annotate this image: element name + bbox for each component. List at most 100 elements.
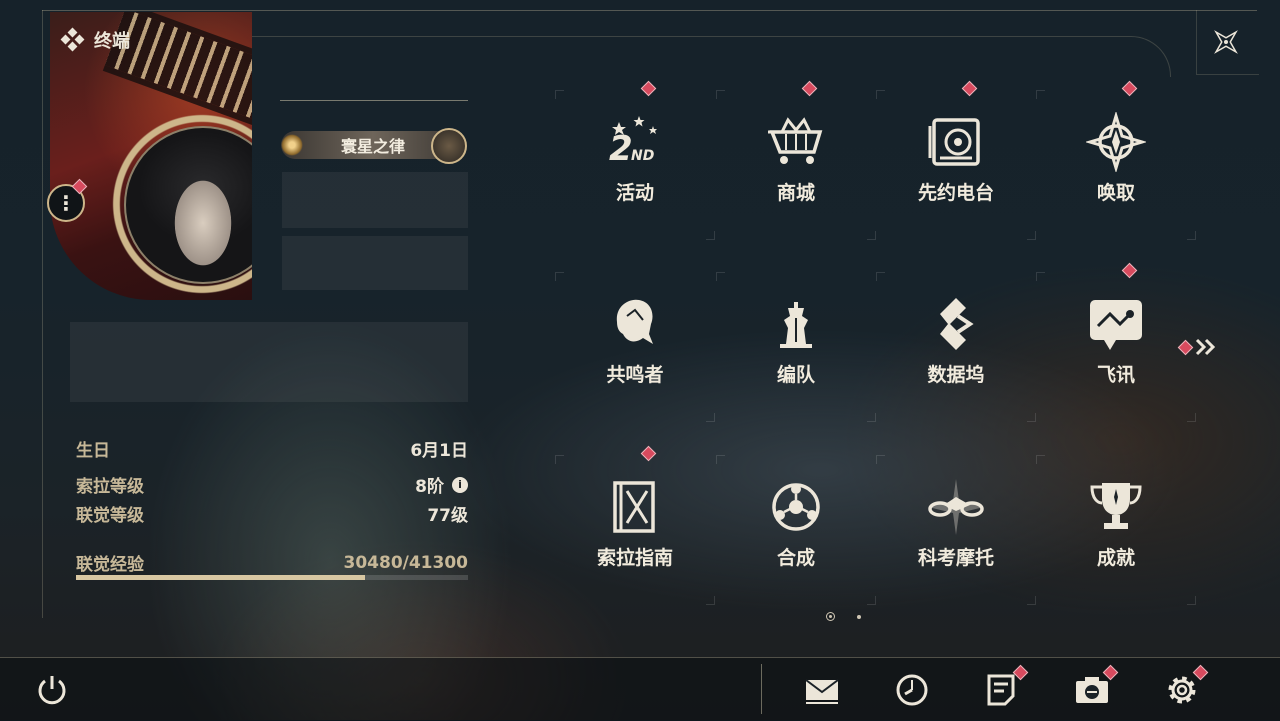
cell-corner: [867, 596, 876, 605]
menu-item-label: 数据坞: [927, 364, 985, 386]
stat-birthday: 生日 6月1日: [76, 441, 468, 461]
trophy-icon: [1090, 483, 1142, 529]
2nd-anniversary-icon: 2ND: [609, 116, 657, 169]
page-title-text: 终端: [94, 31, 130, 52]
menu-item-radio[interactable]: 先约电台: [876, 80, 1036, 240]
cell-corner: [876, 90, 885, 99]
cell-corner: [1027, 596, 1036, 605]
notification-badge: [801, 80, 818, 97]
menu-item-label: 索拉指南: [596, 547, 673, 569]
title-left-orb-icon: [281, 134, 303, 156]
menu-item-resonator[interactable]: 共鸣者: [555, 272, 715, 422]
frame-top-line: [42, 10, 1257, 11]
menu-item-shop-cart[interactable]: 商城: [716, 80, 876, 240]
menu-item-label: 先约电台: [917, 182, 994, 204]
menu-item-2nd-anniversary[interactable]: 2 ND 活动: [555, 80, 715, 240]
menu-item-trophy[interactable]: 成就: [1036, 455, 1196, 605]
clock-icon[interactable]: [894, 672, 930, 708]
menu-item-label: 活动: [615, 182, 654, 204]
resonator-icon: [616, 299, 653, 344]
blurred-name-area: [282, 172, 468, 228]
menu-item-label: 共鸣者: [606, 364, 664, 386]
cell-corner: [716, 272, 725, 281]
cell-corner: [1187, 413, 1196, 422]
blurred-signature-area: [70, 322, 468, 402]
frame-left-line: [42, 10, 43, 618]
exp-progress-fill: [76, 575, 366, 580]
title-right-orb-icon: [431, 128, 467, 164]
motorcycle-icon: [928, 479, 984, 535]
cell-corner: [876, 272, 885, 281]
cell-corner: [555, 272, 564, 281]
bottom-divider: [761, 664, 762, 714]
menu-item-convene-star[interactable]: 唤取: [1036, 80, 1196, 240]
svg-text:2: 2: [609, 129, 633, 169]
guidebook-icon: [613, 481, 655, 533]
menu-item-motorcycle[interactable]: 科考摩托: [876, 455, 1036, 605]
notification-badge: [640, 445, 657, 462]
cell-corner: [706, 413, 715, 422]
menu-item-synthesis[interactable]: 合成: [716, 455, 876, 605]
cell-corner: [706, 231, 715, 240]
cell-corner: [1036, 455, 1045, 464]
notification-badge: [640, 80, 657, 97]
next-page-badge: [1177, 339, 1194, 355]
menu-item-message[interactable]: 飞讯: [1036, 262, 1196, 422]
cell-corner: [876, 455, 885, 464]
data-bank-icon: [940, 298, 974, 350]
camera-button[interactable]: [1074, 664, 1119, 708]
settings-button[interactable]: [1164, 664, 1209, 708]
menu-item-label: 商城: [776, 182, 815, 204]
menu-item-label: 合成: [776, 547, 815, 569]
settings-gear-icon: [1168, 676, 1196, 704]
cell-corner: [1187, 231, 1196, 240]
page-indicator: [826, 612, 861, 621]
synthesis-icon: [772, 483, 820, 531]
svg-text:ND: ND: [631, 148, 654, 164]
terminal-diamond-icon: [60, 27, 85, 52]
power-icon[interactable]: [34, 672, 70, 708]
page-dot-active[interactable]: [826, 612, 835, 621]
menu-item-label: 编队: [776, 364, 815, 386]
menu-item-data-bank[interactable]: 数据坞: [876, 272, 1036, 422]
menu-item-team-chess[interactable]: 编队: [716, 272, 876, 422]
mail-icon[interactable]: [804, 672, 840, 708]
notice-icon: [987, 674, 1015, 706]
notification-badge: [1121, 80, 1138, 97]
cell-corner: [716, 455, 725, 464]
avatar-card[interactable]: [50, 12, 252, 300]
title-plate[interactable]: 寰星之律: [281, 128, 467, 164]
notice-button[interactable]: [984, 664, 1029, 708]
double-chevron-right-icon: [1195, 338, 1216, 356]
menu-item-guidebook[interactable]: 索拉指南: [555, 445, 715, 605]
team-chess-icon: [780, 302, 812, 348]
cell-corner: [1027, 231, 1036, 240]
cell-corner: [555, 455, 564, 464]
menu-item-label: 成就: [1096, 547, 1135, 569]
shop-cart-icon: [768, 117, 823, 164]
title-divider: [280, 100, 468, 101]
cell-corner: [555, 90, 564, 99]
cell-corner: [867, 231, 876, 240]
menu-item-label: 飞讯: [1096, 364, 1135, 386]
camera-icon: [1076, 677, 1108, 703]
cell-corner: [1036, 90, 1045, 99]
stat-union-exp: 联觉经验 30480/41300: [76, 552, 468, 576]
page-dot[interactable]: [857, 614, 861, 619]
page-title: 终端: [60, 27, 130, 53]
cell-corner: [1036, 272, 1045, 281]
cell-corner: [1027, 413, 1036, 422]
sola-level-value: 8阶: [415, 477, 444, 497]
menu-item-label: 科考摩托: [917, 547, 994, 569]
info-icon[interactable]: i: [452, 476, 468, 493]
blurred-uid-area: [282, 236, 468, 290]
stat-union-level: 联觉等级 77级: [76, 506, 468, 526]
next-page-button[interactable]: [1177, 338, 1217, 356]
close-icon[interactable]: [1210, 26, 1242, 58]
notification-badge: [961, 80, 978, 97]
notification-badge: [1121, 262, 1138, 279]
convene-star-icon: [1086, 112, 1146, 172]
cell-corner: [706, 596, 715, 605]
frame-arc: [250, 36, 1171, 77]
exp-progress-bar: [76, 575, 468, 580]
